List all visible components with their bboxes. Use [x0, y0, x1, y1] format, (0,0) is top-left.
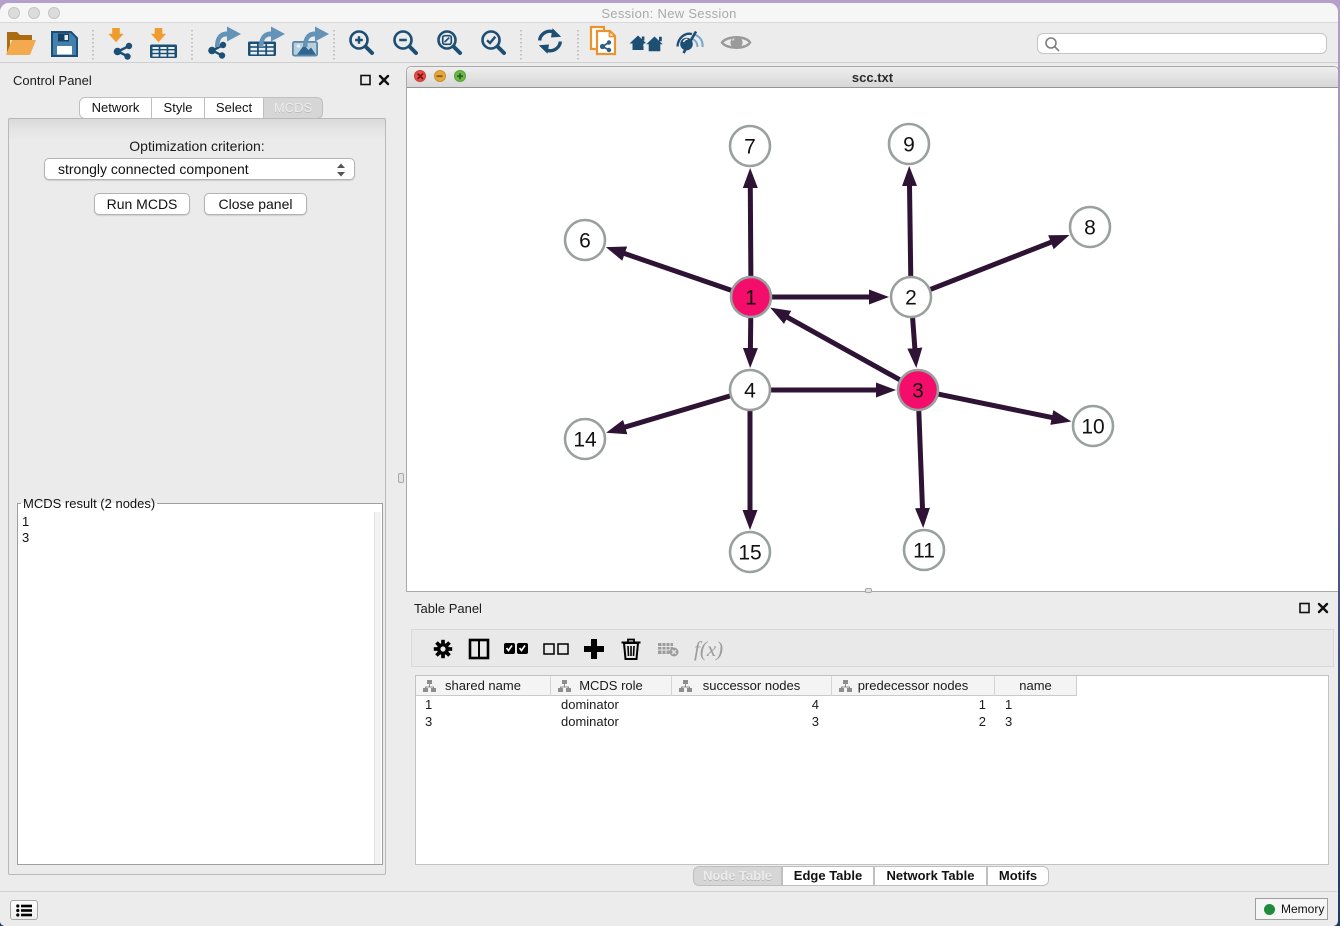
svg-text:9: 9: [903, 134, 915, 157]
svg-text:f(x): f(x): [694, 637, 723, 661]
svg-text:15: 15: [738, 542, 761, 565]
svg-text:4: 4: [744, 380, 756, 403]
svg-text:10: 10: [1081, 416, 1104, 439]
svg-text:8: 8: [1084, 217, 1096, 240]
svg-text:11: 11: [913, 540, 935, 563]
svg-text:3: 3: [912, 380, 924, 403]
svg-text:7: 7: [744, 136, 756, 159]
svg-text:6: 6: [579, 230, 591, 253]
svg-text:1: 1: [745, 287, 757, 310]
svg-text:14: 14: [573, 429, 597, 452]
svg-text:2: 2: [905, 287, 917, 310]
